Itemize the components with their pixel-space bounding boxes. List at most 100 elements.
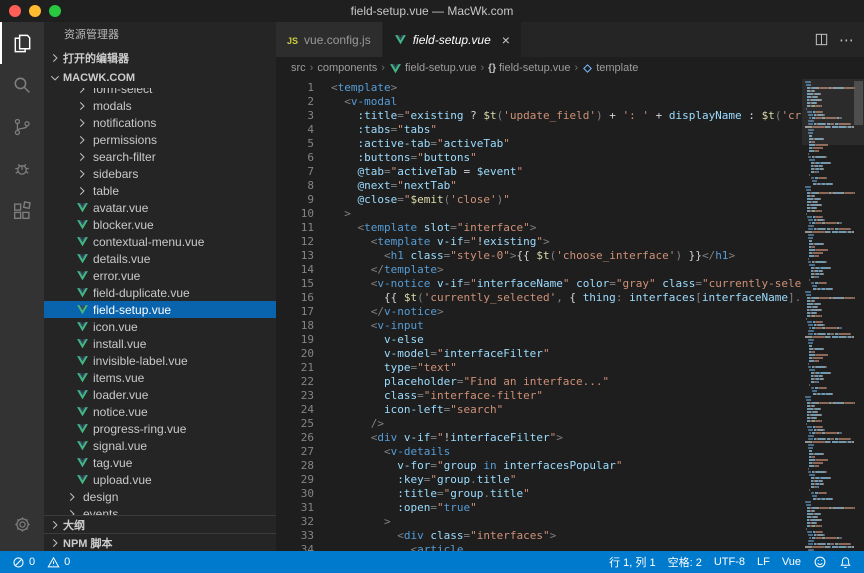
code-line-16[interactable]: 16 {{ $t('currently_selected', { thing: …: [276, 291, 802, 305]
extensions-icon[interactable]: [0, 190, 44, 232]
status-warnings[interactable]: 0: [41, 551, 76, 573]
line-number: 23: [276, 389, 314, 403]
code-line-27[interactable]: 27 <v-details: [276, 445, 802, 459]
tree-item-search-filter[interactable]: search-filter: [44, 148, 276, 165]
close-window-button[interactable]: [9, 5, 21, 17]
breadcrumb-item-components[interactable]: components: [317, 62, 377, 74]
code-line-22[interactable]: 22 placeholder="Find an interface...": [276, 375, 802, 389]
chevron-right-icon: [74, 150, 90, 164]
tree-item-permissions[interactable]: permissions: [44, 131, 276, 148]
outline-section-header[interactable]: 大纲: [44, 515, 276, 533]
workspace-section-header[interactable]: MACWK.COM: [44, 68, 276, 88]
explorer-icon[interactable]: [0, 22, 44, 64]
tree-item-notice-vue[interactable]: notice.vue: [44, 403, 276, 420]
code-line-28[interactable]: 28 v-for="group in interfacesPopular": [276, 459, 802, 473]
code-line-30[interactable]: 30 :title="group.title": [276, 487, 802, 501]
code-line-25[interactable]: 25 />: [276, 417, 802, 431]
code-line-31[interactable]: 31 :open="true": [276, 501, 802, 515]
code-line-19[interactable]: 19 v-else: [276, 333, 802, 347]
tree-item-design[interactable]: design: [44, 488, 276, 505]
settings-icon[interactable]: [0, 503, 44, 545]
status-indentation[interactable]: 空格: 2: [662, 551, 708, 573]
code-line-24[interactable]: 24 icon-left="search": [276, 403, 802, 417]
code-line-33[interactable]: 33 <div class="interfaces">: [276, 529, 802, 543]
code-line-13[interactable]: 13 <h1 class="style-0">{{ $t('choose_int…: [276, 249, 802, 263]
line-number: 24: [276, 403, 314, 417]
code-line-8[interactable]: 8 @next="nextTab": [276, 179, 802, 193]
status-errors[interactable]: 0: [6, 551, 41, 573]
tree-item-error-vue[interactable]: error.vue: [44, 267, 276, 284]
tree-item-modals[interactable]: modals: [44, 97, 276, 114]
minimap[interactable]: [802, 79, 864, 551]
status-feedback[interactable]: [807, 551, 833, 573]
code-line-4[interactable]: 4 :tabs="tabs": [276, 123, 802, 137]
breadcrumb-item-field-setup-vue[interactable]: {}field-setup.vue: [488, 62, 570, 74]
tree-item-progress-ring-vue[interactable]: progress-ring.vue: [44, 420, 276, 437]
tree-item-icon-vue[interactable]: icon.vue: [44, 318, 276, 335]
code-line-2[interactable]: 2 <v-modal: [276, 95, 802, 109]
tree-item-field-duplicate-vue[interactable]: field-duplicate.vue: [44, 284, 276, 301]
tab-vue-config-js[interactable]: JSvue.config.js: [276, 22, 383, 57]
source-control-icon[interactable]: [0, 106, 44, 148]
code-line-34[interactable]: 34 <article: [276, 543, 802, 551]
tree-item-install-vue[interactable]: install.vue: [44, 335, 276, 352]
breadcrumb-item-field-setup-vue[interactable]: field-setup.vue: [389, 62, 477, 75]
tree-item-tag-vue[interactable]: tag.vue: [44, 454, 276, 471]
code-line-23[interactable]: 23 class="interface-filter": [276, 389, 802, 403]
code-line-21[interactable]: 21 type="text": [276, 361, 802, 375]
editor-scrollbar[interactable]: [854, 81, 863, 125]
tree-item-avatar-vue[interactable]: avatar.vue: [44, 199, 276, 216]
breadcrumb-item-template[interactable]: template: [582, 62, 638, 74]
tree-item-label: field-setup.vue: [93, 303, 171, 317]
open-editors-section-header[interactable]: 打开的编辑器: [44, 48, 276, 68]
status-notifications[interactable]: [833, 551, 858, 573]
npm-scripts-section-header[interactable]: NPM 脚本: [44, 533, 276, 551]
code-line-12[interactable]: 12 <template v-if="!existing">: [276, 235, 802, 249]
code-line-15[interactable]: 15 <v-notice v-if="interfaceName" color=…: [276, 277, 802, 291]
code-line-1[interactable]: 1<template>: [276, 81, 802, 95]
code-line-5[interactable]: 5 :active-tab="activeTab": [276, 137, 802, 151]
code-line-7[interactable]: 7 @tab="activeTab = $event": [276, 165, 802, 179]
line-number: 30: [276, 487, 314, 501]
tree-item-notifications[interactable]: notifications: [44, 114, 276, 131]
tree-item-loader-vue[interactable]: loader.vue: [44, 386, 276, 403]
status-language-mode[interactable]: Vue: [776, 551, 807, 573]
code-line-29[interactable]: 29 :key="group.title": [276, 473, 802, 487]
tree-item-field-setup-vue[interactable]: field-setup.vue: [44, 301, 276, 318]
status-encoding[interactable]: UTF-8: [708, 551, 751, 573]
tab-field-setup-vue[interactable]: field-setup.vue×: [383, 22, 522, 57]
code-line-10[interactable]: 10 >: [276, 207, 802, 221]
split-editor-icon[interactable]: [814, 32, 829, 47]
code-line-17[interactable]: 17 </v-notice>: [276, 305, 802, 319]
code-line-20[interactable]: 20 v-model="interfaceFilter": [276, 347, 802, 361]
tree-item-sidebars[interactable]: sidebars: [44, 165, 276, 182]
search-icon[interactable]: [0, 64, 44, 106]
breadcrumb-item-src[interactable]: src: [291, 62, 306, 74]
code-line-6[interactable]: 6 :buttons="buttons": [276, 151, 802, 165]
tree-item-details-vue[interactable]: details.vue: [44, 250, 276, 267]
zoom-window-button[interactable]: [49, 5, 61, 17]
tree-item-events[interactable]: events: [44, 505, 276, 515]
more-actions-icon[interactable]: ⋯: [839, 31, 854, 49]
status-eol[interactable]: LF: [751, 551, 776, 573]
status-cursor-position[interactable]: 行 1, 列 1: [603, 551, 661, 573]
tree-item-table[interactable]: table: [44, 182, 276, 199]
tree-item-blocker-vue[interactable]: blocker.vue: [44, 216, 276, 233]
tree-item-form-select[interactable]: form-select: [44, 88, 276, 97]
tree-item-items-vue[interactable]: items.vue: [44, 369, 276, 386]
code-line-9[interactable]: 9 @close="$emit('close')": [276, 193, 802, 207]
code-line-3[interactable]: 3 :title="existing ? $t('update_field') …: [276, 109, 802, 123]
code-line-18[interactable]: 18 <v-input: [276, 319, 802, 333]
close-tab-icon[interactable]: ×: [502, 33, 510, 47]
code-line-11[interactable]: 11 <template slot="interface">: [276, 221, 802, 235]
tree-item-contextual-menu-vue[interactable]: contextual-menu.vue: [44, 233, 276, 250]
tree-item-signal-vue[interactable]: signal.vue: [44, 437, 276, 454]
minimize-window-button[interactable]: [29, 5, 41, 17]
tree-item-upload-vue[interactable]: upload.vue: [44, 471, 276, 488]
code-line-14[interactable]: 14 </template>: [276, 263, 802, 277]
run-debug-icon[interactable]: [0, 148, 44, 190]
code-line-26[interactable]: 26 <div v-if="!interfaceFilter">: [276, 431, 802, 445]
code-line-32[interactable]: 32 >: [276, 515, 802, 529]
vue-file-icon: [74, 371, 90, 384]
tree-item-invisible-label-vue[interactable]: invisible-label.vue: [44, 352, 276, 369]
